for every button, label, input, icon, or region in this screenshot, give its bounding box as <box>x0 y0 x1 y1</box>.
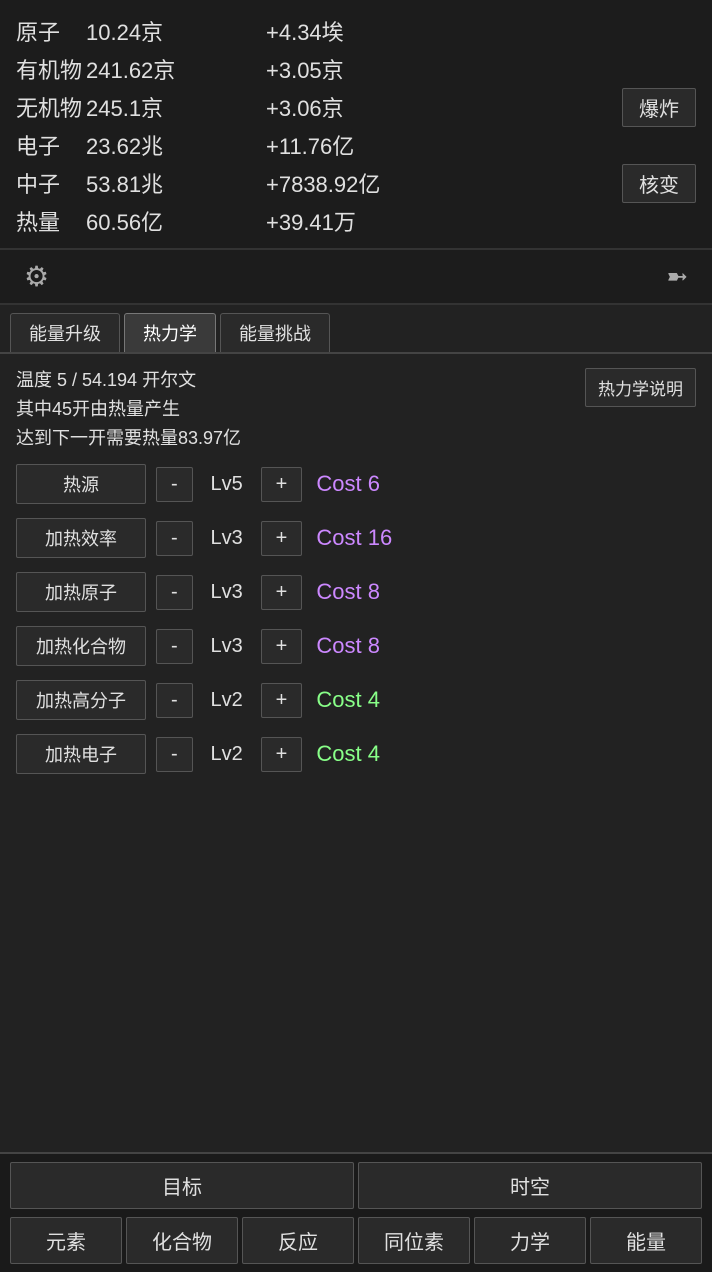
bottom-row1: 目标时空 <box>0 1154 712 1211</box>
stat-row: 原子10.24京+4.34埃 <box>16 12 696 50</box>
stat-label: 有机物 <box>16 53 86 85</box>
temp-line3: 达到下一开需要热量83.97亿 <box>16 424 241 453</box>
info-block: 温度 5 / 54.194 开尔文 其中45开由热量产生 达到下一开需要热量83… <box>16 366 696 452</box>
temp-line2: 其中45开由热量产生 <box>16 395 241 424</box>
upgrade-name-button[interactable]: 热源 <box>16 464 146 504</box>
cost-text: Cost 8 <box>316 579 380 605</box>
stat-value: 245.1京 <box>86 91 266 123</box>
stat-action-button[interactable]: 爆炸 <box>622 88 696 127</box>
stat-value: 241.62京 <box>86 53 266 85</box>
upgrade-row: 加热原子-Lv3 + Cost 8 <box>16 572 696 612</box>
cost-text: Cost 16 <box>316 525 392 551</box>
tab-bar: 能量升级热力学能量挑战 <box>0 305 712 354</box>
cost-text: Cost 8 <box>316 633 380 659</box>
explain-button[interactable]: 热力学说明 <box>585 368 696 407</box>
minus-button[interactable]: - <box>156 467 193 502</box>
main-content: 温度 5 / 54.194 开尔文 其中45开由热量产生 达到下一开需要热量83… <box>0 354 712 1154</box>
level-text: Lv2 <box>203 689 251 712</box>
cost-text: Cost 4 <box>316 741 380 767</box>
level-text: Lv2 <box>203 743 251 766</box>
bottom-nav-button[interactable]: 同位素 <box>358 1217 470 1264</box>
upgrade-row: 加热化合物-Lv3 + Cost 8 <box>16 626 696 666</box>
plus-button[interactable]: + <box>261 467 303 502</box>
shuffle-icon[interactable]: ➼ <box>666 261 688 292</box>
minus-button[interactable]: - <box>156 737 193 772</box>
stat-value: 10.24京 <box>86 15 266 47</box>
bottom-nav-button[interactable]: 力学 <box>474 1217 586 1264</box>
bottom-nav-button[interactable]: 元素 <box>10 1217 122 1264</box>
minus-button[interactable]: - <box>156 683 193 718</box>
bottom-nav-button[interactable]: 目标 <box>10 1162 354 1209</box>
level-text: Lv3 <box>203 581 251 604</box>
stat-rate: +39.41万 <box>266 205 446 237</box>
bottom-nav-button[interactable]: 能量 <box>590 1217 702 1264</box>
stat-row: 无机物245.1京+3.06京 爆炸 <box>16 88 696 126</box>
cost-text: Cost 4 <box>316 687 380 713</box>
stat-row: 电子23.62兆+11.76亿 <box>16 126 696 164</box>
minus-button[interactable]: - <box>156 521 193 556</box>
minus-button[interactable]: - <box>156 575 193 610</box>
upgrade-name-button[interactable]: 加热电子 <box>16 734 146 774</box>
upgrade-name-button[interactable]: 加热化合物 <box>16 626 146 666</box>
stat-label: 中子 <box>16 167 86 199</box>
stat-rate: +4.34埃 <box>266 15 446 47</box>
plus-button[interactable]: + <box>261 575 303 610</box>
upgrade-row: 加热电子-Lv2 + Cost 4 <box>16 734 696 774</box>
plus-button[interactable]: + <box>261 683 303 718</box>
stat-label: 原子 <box>16 15 86 47</box>
tab-能量升级[interactable]: 能量升级 <box>10 313 120 352</box>
stat-row: 中子53.81兆+7838.92亿 核变 <box>16 164 696 202</box>
plus-button[interactable]: + <box>261 521 303 556</box>
stat-rate: +7838.92亿 <box>266 167 446 199</box>
stat-label: 电子 <box>16 129 86 161</box>
upgrade-name-button[interactable]: 加热原子 <box>16 572 146 612</box>
upgrade-row: 加热效率-Lv3 + Cost 16 <box>16 518 696 558</box>
gear-icon[interactable]: ⚙ <box>24 260 49 293</box>
stat-value: 23.62兆 <box>86 129 266 161</box>
stat-label: 无机物 <box>16 91 86 123</box>
stat-action-button[interactable]: 核变 <box>622 164 696 203</box>
upgrade-row: 加热高分子-Lv2 + Cost 4 <box>16 680 696 720</box>
stat-row: 有机物241.62京+3.05京 <box>16 50 696 88</box>
bottom-nav-button[interactable]: 时空 <box>358 1162 702 1209</box>
bottom-nav-button[interactable]: 化合物 <box>126 1217 238 1264</box>
level-text: Lv3 <box>203 635 251 658</box>
info-text: 温度 5 / 54.194 开尔文 其中45开由热量产生 达到下一开需要热量83… <box>16 366 241 452</box>
temp-line1: 温度 5 / 54.194 开尔文 <box>16 366 241 395</box>
level-text: Lv5 <box>203 473 251 496</box>
bottom-row2: 元素化合物反应同位素力学能量 <box>0 1211 712 1272</box>
level-text: Lv3 <box>203 527 251 550</box>
cost-text: Cost 6 <box>316 471 380 497</box>
stat-rate: +3.05京 <box>266 53 446 85</box>
minus-button[interactable]: - <box>156 629 193 664</box>
stat-value: 53.81兆 <box>86 167 266 199</box>
bottom-nav: 目标时空 元素化合物反应同位素力学能量 <box>0 1152 712 1272</box>
plus-button[interactable]: + <box>261 629 303 664</box>
tab-能量挑战[interactable]: 能量挑战 <box>220 313 330 352</box>
upgrade-row: 热源-Lv5 + Cost 6 <box>16 464 696 504</box>
stats-section: 原子10.24京+4.34埃有机物241.62京+3.05京无机物245.1京+… <box>0 0 712 250</box>
plus-button[interactable]: + <box>261 737 303 772</box>
stat-value: 60.56亿 <box>86 205 266 237</box>
stat-row: 热量60.56亿+39.41万 <box>16 202 696 240</box>
upgrade-name-button[interactable]: 加热效率 <box>16 518 146 558</box>
stat-label: 热量 <box>16 205 86 237</box>
upgrade-name-button[interactable]: 加热高分子 <box>16 680 146 720</box>
stat-rate: +11.76亿 <box>266 129 446 161</box>
tab-热力学[interactable]: 热力学 <box>124 313 216 352</box>
bottom-nav-button[interactable]: 反应 <box>242 1217 354 1264</box>
stat-rate: +3.06京 <box>266 91 446 123</box>
upgrades-container: 热源-Lv5+Cost 6加热效率-Lv3+Cost 16加热原子-Lv3+Co… <box>16 464 696 774</box>
icon-bar: ⚙ ➼ <box>0 250 712 305</box>
